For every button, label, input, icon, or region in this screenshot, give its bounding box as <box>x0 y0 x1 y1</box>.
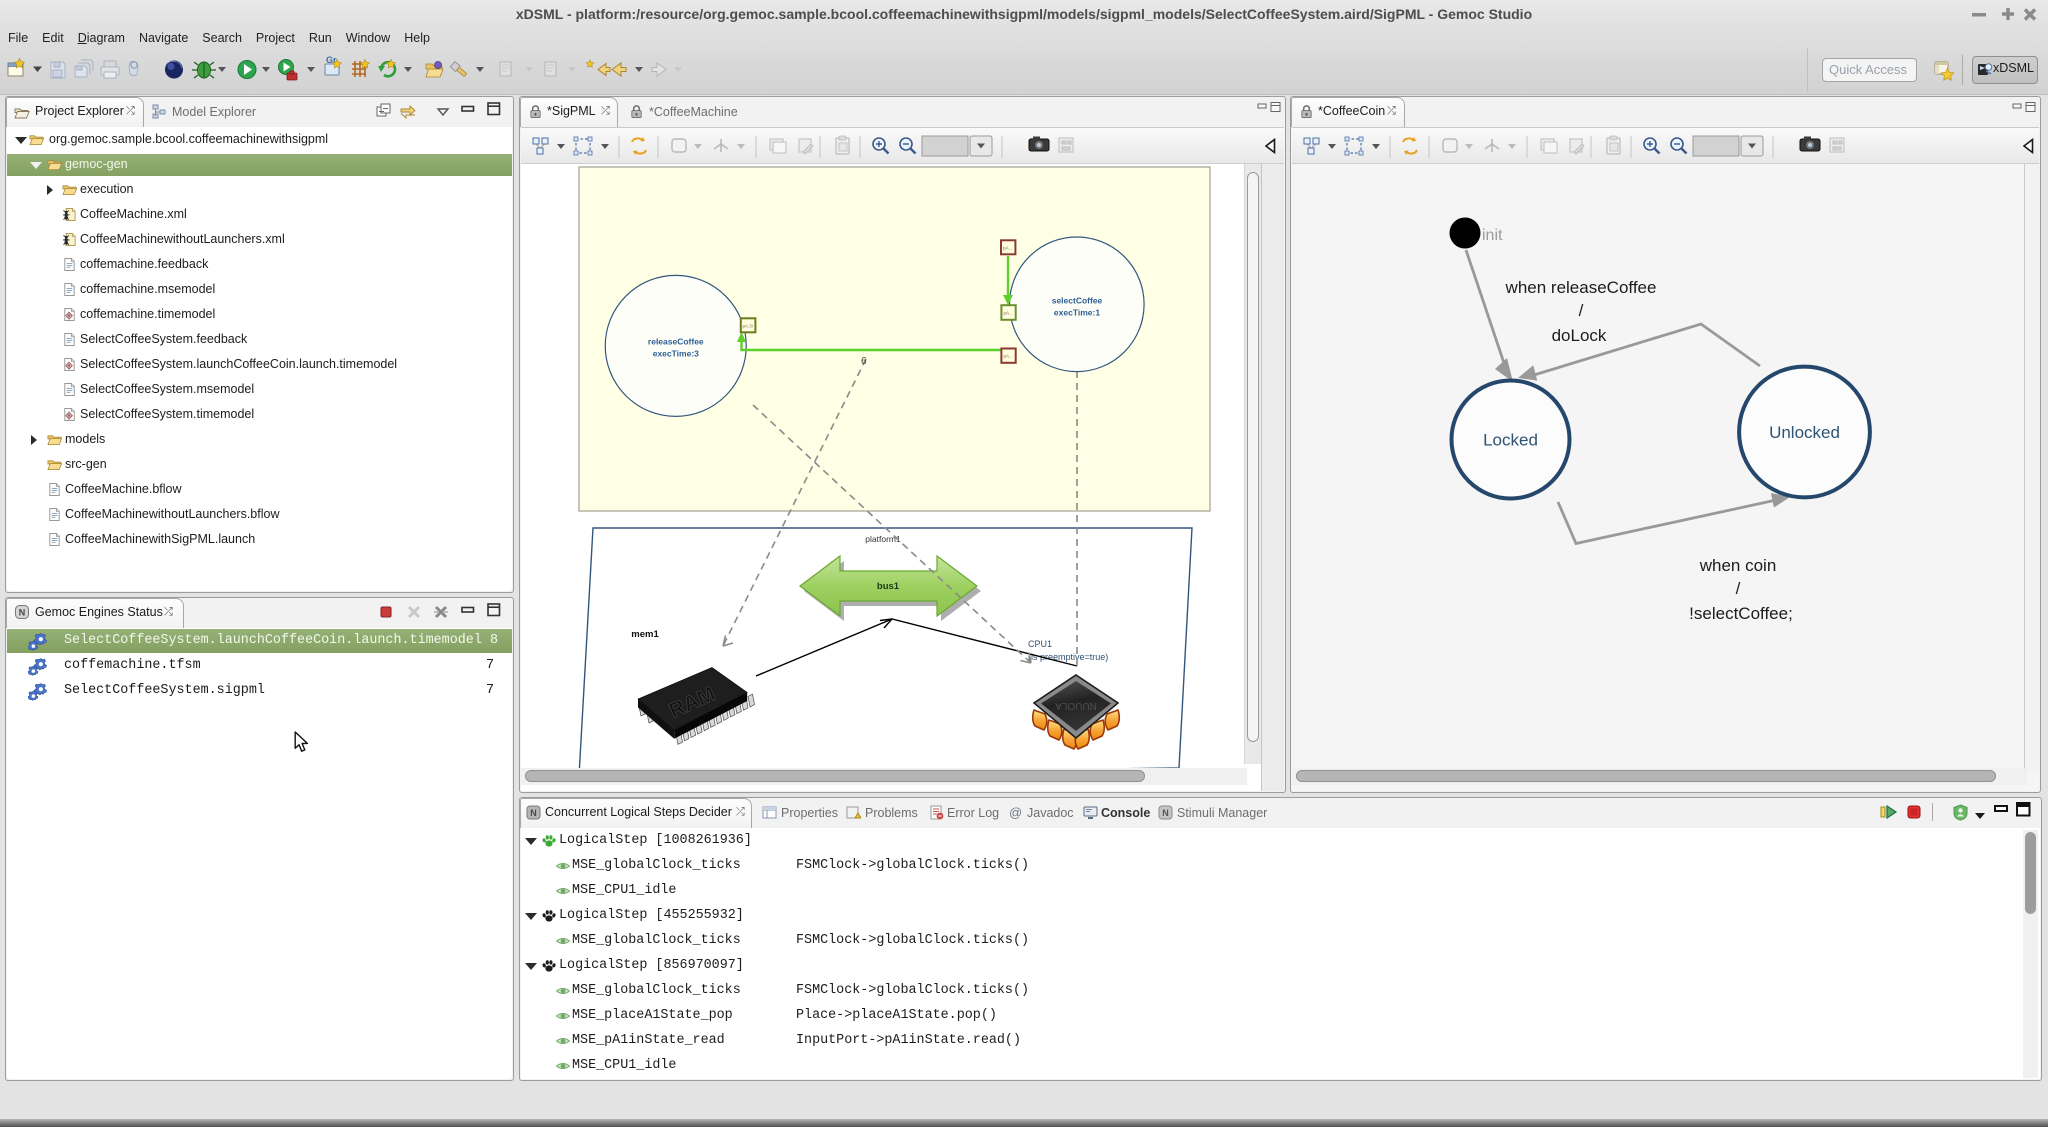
svg-text:init: init <box>1482 227 1503 244</box>
svg-text:Unlocked: Unlocked <box>1769 423 1840 442</box>
svg-text:platform1: platform1 <box>865 534 901 544</box>
svg-text:pA.3i: pA.3i <box>743 324 753 329</box>
svg-text:pA...: pA... <box>1004 354 1013 359</box>
svg-text:execTime:1: execTime:1 <box>1054 308 1100 318</box>
svg-text:N: N <box>530 808 537 818</box>
svg-text:selectCoffee: selectCoffee <box>1052 296 1103 306</box>
svg-text:/: / <box>1736 579 1741 598</box>
svg-text:CPU1: CPU1 <box>1028 639 1052 649</box>
svg-text:mem1: mem1 <box>631 629 659 640</box>
svg-text:N: N <box>19 608 26 618</box>
svg-text:Locked: Locked <box>1483 431 1538 450</box>
svg-text:NUUOLA: NUUOLA <box>1055 700 1097 711</box>
svg-text:doLock: doLock <box>1552 326 1607 345</box>
svg-text:!selectCoffee;: !selectCoffee; <box>1689 604 1793 623</box>
svg-text:N: N <box>1162 808 1169 818</box>
svg-text:when coin: when coin <box>1699 556 1777 575</box>
svg-text:pA...: pA... <box>1003 246 1012 251</box>
svg-text:pA...: pA... <box>1004 311 1013 316</box>
svg-text:execTime:3: execTime:3 <box>653 349 699 359</box>
svg-text:bus1: bus1 <box>877 581 900 592</box>
svg-text:/: / <box>1579 301 1584 320</box>
svg-text:when releaseCoffee: when releaseCoffee <box>1505 278 1657 297</box>
svg-text:6: 6 <box>861 356 867 367</box>
svg-text:releaseCoffee: releaseCoffee <box>648 337 704 347</box>
